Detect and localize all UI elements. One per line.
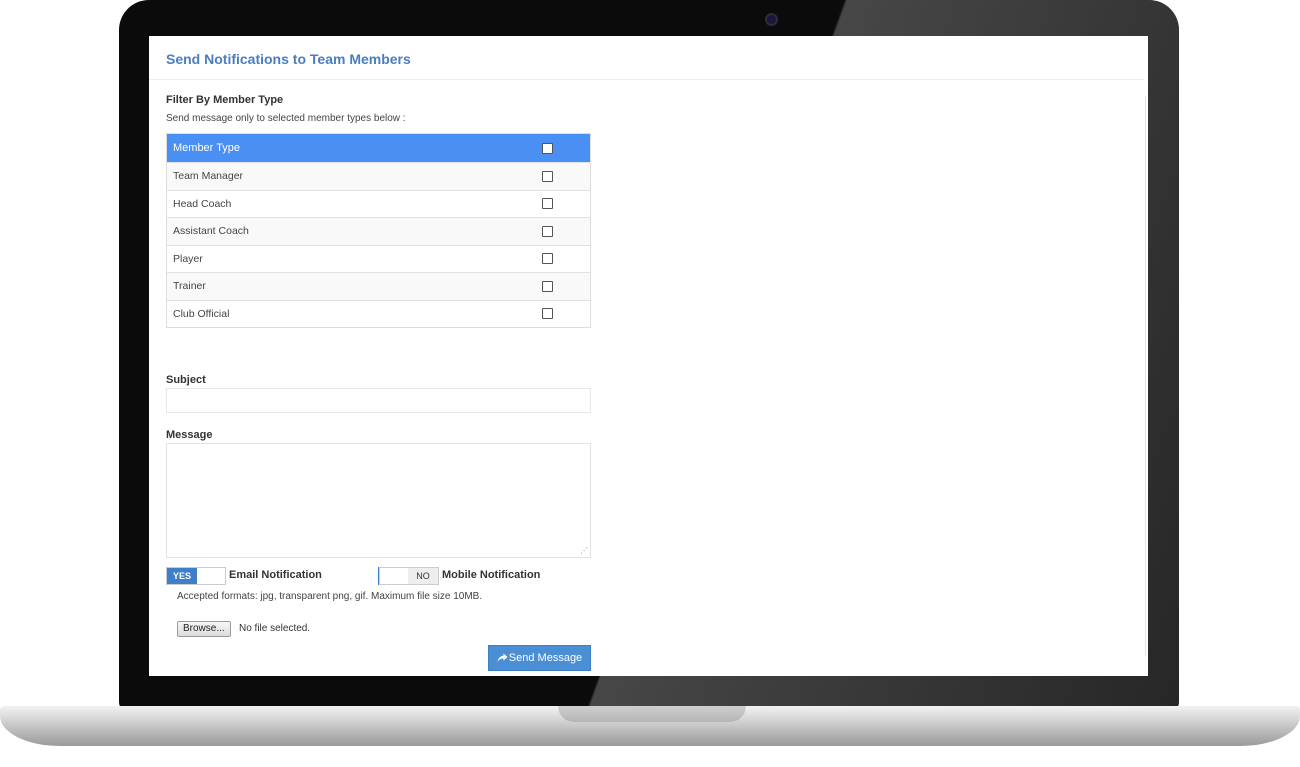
share-icon [497,653,508,662]
laptop-notch [558,706,746,722]
subject-input[interactable] [166,388,591,413]
member-type-label: Club Official [173,307,230,320]
send-message-label: Send Message [508,652,583,664]
scrollbar-track[interactable] [1145,96,1146,656]
member-type-checkbox[interactable] [542,198,553,210]
table-row: Player [167,244,590,272]
filter-hint: Send message only to selected member typ… [166,113,406,124]
table-row: Trainer [167,272,590,300]
subject-label: Subject [166,374,206,386]
table-header-row: Member Type [167,134,590,162]
screen: Send Notifications to Team Members Filte… [149,36,1148,676]
filter-heading: Filter By Member Type [166,94,284,106]
browse-button[interactable]: Browse... [177,621,231,637]
member-type-checkbox[interactable] [542,253,553,265]
member-type-checkbox[interactable] [542,308,553,320]
title-divider [149,79,1144,80]
email-notification-toggle[interactable]: YES [166,567,226,585]
table-row: Team Manager [167,162,590,190]
member-type-header-label: Member Type [173,142,241,154]
member-type-checkbox[interactable] [542,225,553,237]
accepted-formats-note: Accepted formats: jpg, transparent png, … [177,591,483,602]
send-message-button[interactable]: Send Message [488,645,591,671]
toggle-state: NO [408,568,438,584]
table-row: Assistant Coach [167,217,590,245]
member-type-checkbox[interactable] [542,280,553,292]
member-type-label: Player [173,252,203,265]
member-type-checkbox[interactable] [542,170,553,182]
table-row: Head Coach [167,189,590,217]
email-notification-label: Email Notification [229,569,322,581]
member-type-label: Assistant Coach [173,225,249,238]
resize-handle-icon[interactable]: ⋰ [580,547,588,555]
page-title: Send Notifications to Team Members [166,51,411,67]
member-type-table: Member Type Team Manager Head Coach Assi… [166,133,591,328]
file-status: No file selected. [239,623,311,634]
mobile-notification-label: Mobile Notification [442,569,541,581]
message-label: Message [166,429,213,441]
toggle-state: YES [167,568,197,584]
member-type-label: Head Coach [173,197,232,210]
member-type-label: Team Manager [173,170,244,183]
mobile-notification-toggle[interactable]: NO [379,567,439,585]
member-type-label: Trainer [173,280,206,293]
message-textarea[interactable]: ⋰ [166,443,591,558]
select-all-checkbox[interactable] [542,142,553,154]
table-row: Club Official [167,299,590,327]
webcam-icon [765,13,778,26]
